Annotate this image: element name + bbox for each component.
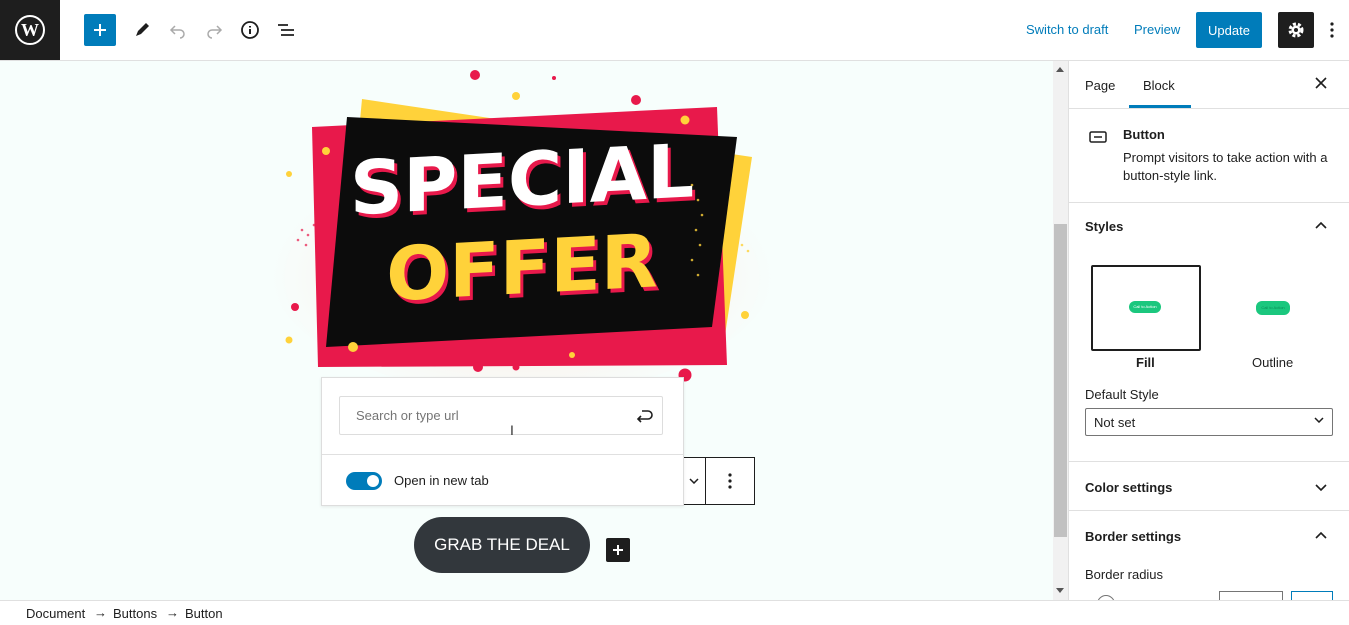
scroll-down-arrow-icon[interactable] <box>1056 588 1064 593</box>
button-block-icon <box>1089 131 1107 143</box>
fill-preview-button: Call to Action <box>1129 301 1161 313</box>
editor-header: W Switch to draft Preview Update <box>0 0 1349 61</box>
pencil-icon <box>136 23 149 36</box>
outline-preview-text: Call to Action <box>1261 305 1285 310</box>
banner-line1: SPECIAL <box>350 128 694 232</box>
redo-icon <box>207 25 223 39</box>
divider <box>1069 108 1349 109</box>
open-in-new-tab-toggle[interactable] <box>346 472 382 490</box>
divider <box>1069 202 1349 203</box>
redo-button[interactable] <box>198 14 230 46</box>
preview-link[interactable]: Preview <box>1134 22 1180 37</box>
tab-block[interactable]: Block <box>1143 78 1175 93</box>
style-fill-option[interactable]: Call to Action <box>1091 265 1201 351</box>
fill-preview-text: Call to Action <box>1133 304 1157 309</box>
submit-enter-icon[interactable] <box>634 407 654 425</box>
breadcrumb: Document → Buttons → Button <box>0 600 1349 625</box>
url-search-input[interactable]: Search or type url <box>339 396 663 435</box>
scroll-up-arrow-icon[interactable] <box>1056 67 1064 72</box>
close-icon[interactable] <box>1315 77 1327 89</box>
block-name: Button <box>1123 127 1165 142</box>
list-view-button[interactable] <box>270 14 302 46</box>
link-popover: Search or type url I Open in new tab <box>321 377 684 506</box>
chevron-down-icon <box>1314 417 1324 423</box>
add-block-button[interactable] <box>84 14 116 46</box>
default-style-value: Not set <box>1094 414 1136 430</box>
chevron-up-icon[interactable] <box>1315 221 1327 229</box>
outline-preview-button: Call to Action <box>1256 301 1290 315</box>
undo-icon <box>169 25 185 39</box>
breadcrumb-button[interactable]: Button <box>185 606 223 621</box>
list-view-icon <box>278 24 294 36</box>
block-options-button[interactable] <box>706 458 754 504</box>
wordpress-icon: W <box>15 15 45 45</box>
wordpress-logo[interactable]: W <box>0 0 60 60</box>
styles-panel-title[interactable]: Styles <box>1085 219 1123 234</box>
breadcrumb-separator: → <box>166 605 179 620</box>
scroll-thumb[interactable] <box>1054 224 1067 537</box>
breadcrumb-document[interactable]: Document <box>26 606 85 621</box>
toolbar-dropdown-button[interactable] <box>682 458 706 504</box>
divider <box>1069 461 1349 462</box>
tab-page[interactable]: Page <box>1085 78 1115 93</box>
special-offer-image[interactable]: SPECIAL SPECIAL OFFER OFFER <box>262 65 782 385</box>
block-description: Prompt visitors to take action with a bu… <box>1123 150 1328 183</box>
border-radius-label: Border radius <box>1085 567 1164 582</box>
settings-sidebar: Page Block Button Prompt visitors to tak… <box>1068 61 1349 600</box>
default-style-label: Default Style <box>1085 387 1159 402</box>
more-vertical-icon <box>728 473 732 489</box>
plus-icon <box>613 545 623 555</box>
chevron-up-icon[interactable] <box>1315 531 1327 539</box>
canvas-scrollbar[interactable] <box>1053 61 1068 600</box>
details-button[interactable] <box>234 14 266 46</box>
color-settings-title[interactable]: Color settings <box>1085 480 1172 495</box>
banner-line2: OFFER <box>386 218 658 318</box>
undo-button[interactable] <box>162 14 194 46</box>
update-button[interactable]: Update <box>1196 12 1262 48</box>
text-cursor-icon: I <box>510 422 514 438</box>
default-style-select[interactable]: Not set <box>1085 408 1333 436</box>
chevron-down-icon[interactable] <box>1315 484 1327 492</box>
style-fill-label: Fill <box>1136 355 1155 370</box>
options-button[interactable] <box>1322 14 1342 46</box>
url-input-placeholder: Search or type url <box>356 408 459 423</box>
block-toolbar <box>682 457 755 505</box>
tools-button[interactable] <box>126 14 158 46</box>
style-outline-option[interactable]: Call to Action <box>1221 267 1327 349</box>
grab-the-deal-button[interactable]: GRAB THE DEAL <box>414 517 590 573</box>
open-in-new-tab-label: Open in new tab <box>394 473 489 488</box>
divider <box>1069 510 1349 511</box>
gear-icon <box>1288 22 1304 38</box>
svg-text:W: W <box>21 20 39 40</box>
switch-to-draft-link[interactable]: Switch to draft <box>1026 22 1108 37</box>
style-outline-label: Outline <box>1252 355 1294 370</box>
border-radius-reset-button[interactable] <box>1291 591 1333 600</box>
breadcrumb-separator: → <box>94 605 107 620</box>
editor-canvas: SPECIAL SPECIAL OFFER OFFER Search or ty… <box>0 61 1053 600</box>
info-icon <box>241 21 259 39</box>
add-block-inline-button[interactable] <box>606 538 630 562</box>
more-vertical-icon <box>1330 22 1334 38</box>
toggle-knob <box>367 475 379 487</box>
chevron-down-icon <box>688 478 699 484</box>
border-radius-input[interactable] <box>1219 591 1283 600</box>
border-settings-title[interactable]: Border settings <box>1085 529 1181 544</box>
plus-icon <box>94 24 106 36</box>
settings-button[interactable] <box>1278 12 1314 48</box>
divider <box>322 454 683 455</box>
breadcrumb-buttons[interactable]: Buttons <box>113 606 157 621</box>
